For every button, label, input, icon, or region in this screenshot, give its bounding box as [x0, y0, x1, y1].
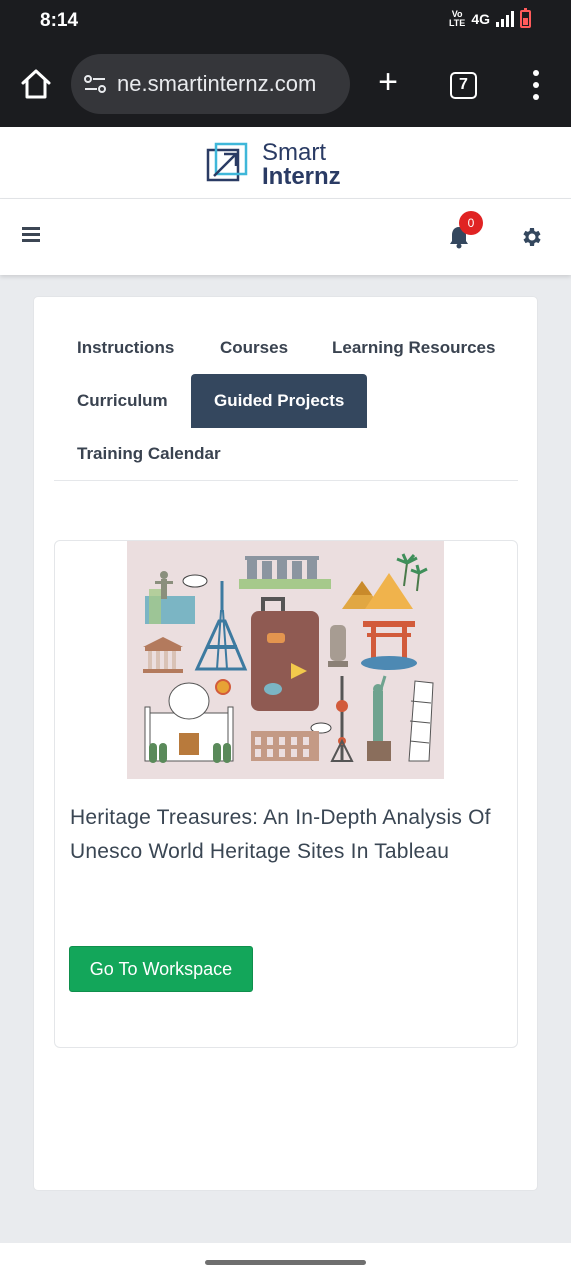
browser-toolbar: ne.smartinternz.com + 7	[0, 44, 571, 127]
new-tab-icon[interactable]: +	[373, 65, 403, 99]
address-bar[interactable]: ne.smartinternz.com	[71, 54, 350, 114]
project-card: Heritage Treasures: An In-Depth Analysis…	[54, 540, 518, 1048]
site-settings-icon[interactable]	[83, 72, 107, 96]
status-time: 8:14	[40, 10, 79, 31]
go-to-workspace-button[interactable]: Go To Workspace	[69, 946, 253, 992]
logo-text-smart: Smart	[262, 139, 327, 166]
home-indicator[interactable]	[205, 1260, 366, 1265]
status-indicators: Vo LTE 4G	[448, 8, 531, 28]
smartinternz-logo[interactable]: Smart Internz	[206, 141, 341, 189]
tab-training-calendar[interactable]: Training Calendar	[54, 427, 244, 481]
top-nav: 0	[0, 199, 571, 275]
url-text[interactable]: ne.smartinternz.com	[117, 71, 316, 97]
logo-mark-icon	[206, 142, 248, 182]
gear-icon[interactable]	[519, 225, 543, 249]
network-type: 4G	[471, 11, 490, 27]
volte-icon: Vo LTE	[448, 9, 466, 28]
status-bar: 8:14 Vo LTE 4G	[0, 0, 571, 44]
tab-learning-resources[interactable]: Learning Resources	[309, 321, 518, 375]
gesture-bar	[0, 1243, 571, 1280]
battery-icon	[520, 8, 531, 28]
tab-switcher-button[interactable]: 7	[450, 72, 477, 99]
main-content-card: Instructions Courses Learning Resources …	[33, 296, 538, 1191]
hamburger-menu-icon[interactable]	[22, 227, 40, 243]
section-tabs: Instructions Courses Learning Resources …	[54, 321, 518, 481]
tab-guided-projects[interactable]: Guided Projects	[191, 374, 368, 428]
project-thumbnail	[127, 541, 444, 779]
notification-badge: 0	[459, 211, 483, 235]
logo-text-internz: Internz	[262, 163, 341, 190]
tab-curriculum[interactable]: Curriculum	[54, 374, 191, 428]
heritage-illustration	[143, 553, 434, 763]
tab-courses[interactable]: Courses	[197, 321, 311, 375]
home-icon[interactable]	[18, 66, 54, 102]
tab-instructions[interactable]: Instructions	[54, 321, 197, 375]
signal-icon	[496, 11, 514, 27]
site-header: Smart Internz	[0, 127, 571, 199]
more-menu-icon[interactable]	[530, 70, 542, 100]
project-title[interactable]: Heritage Treasures: An In-Depth Analysis…	[70, 801, 510, 869]
